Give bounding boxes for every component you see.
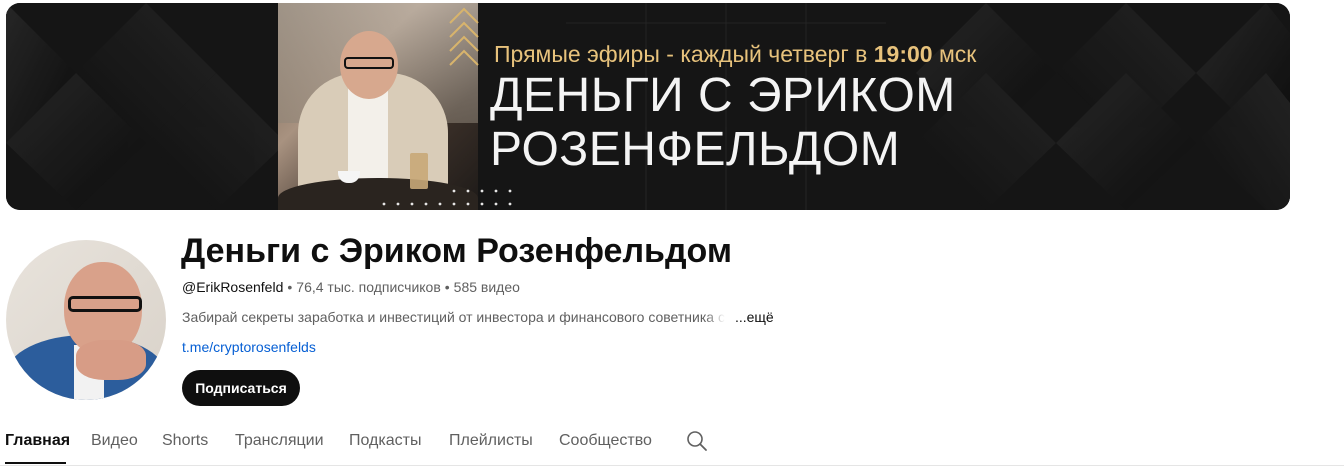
description-text: Забирай секреты заработка и инвестиций о… (182, 309, 725, 325)
dots-decoration (382, 189, 512, 206)
video-count: 585 видео (453, 279, 520, 295)
tab-shorts[interactable]: Shorts (162, 432, 208, 450)
tab-playlists[interactable]: Плейлисты (449, 432, 533, 450)
tab-live[interactable]: Трансляции (235, 432, 324, 450)
channel-tabs: Главная Видео Shorts Трансляции Подкасты… (0, 420, 1344, 466)
channel-link[interactable]: t.me/cryptorosenfelds (182, 339, 316, 355)
tab-podcasts[interactable]: Подкасты (349, 432, 421, 450)
banner-subtitle: Прямые эфиры - каждый четверг в 19:00 мс… (494, 41, 977, 67)
tab-home[interactable]: Главная (5, 432, 70, 450)
subscribe-button[interactable]: Подписаться (182, 370, 300, 406)
channel-handle: @ErikRosenfeld (182, 279, 284, 295)
meta-separator: • (287, 279, 293, 295)
more-link[interactable]: ...ещё (735, 309, 774, 325)
subscriber-count: 76,4 тыс. подписчиков (296, 279, 441, 295)
search-icon[interactable] (686, 430, 708, 452)
channel-description[interactable]: Забирай секреты заработка и инвестиций о… (182, 309, 774, 326)
active-tab-indicator (5, 462, 66, 464)
channel-meta: @ErikRosenfeld • 76,4 тыс. подписчиков • 585… (182, 279, 520, 295)
banner-title: ДЕНЬГИ С ЭРИКОМ РОЗЕНФЕЛЬДОМ (490, 69, 956, 176)
channel-name: Деньги с Эриком Розенфельдом (181, 232, 733, 270)
channel-banner: Прямые эфиры - каждый четверг в 19:00 мс… (6, 3, 1290, 210)
tab-videos[interactable]: Видео (91, 432, 138, 450)
channel-avatar[interactable] (6, 240, 166, 400)
tab-community[interactable]: Сообщество (559, 432, 652, 450)
meta-separator: • (444, 279, 450, 295)
chevrons-up-icon (449, 7, 479, 66)
